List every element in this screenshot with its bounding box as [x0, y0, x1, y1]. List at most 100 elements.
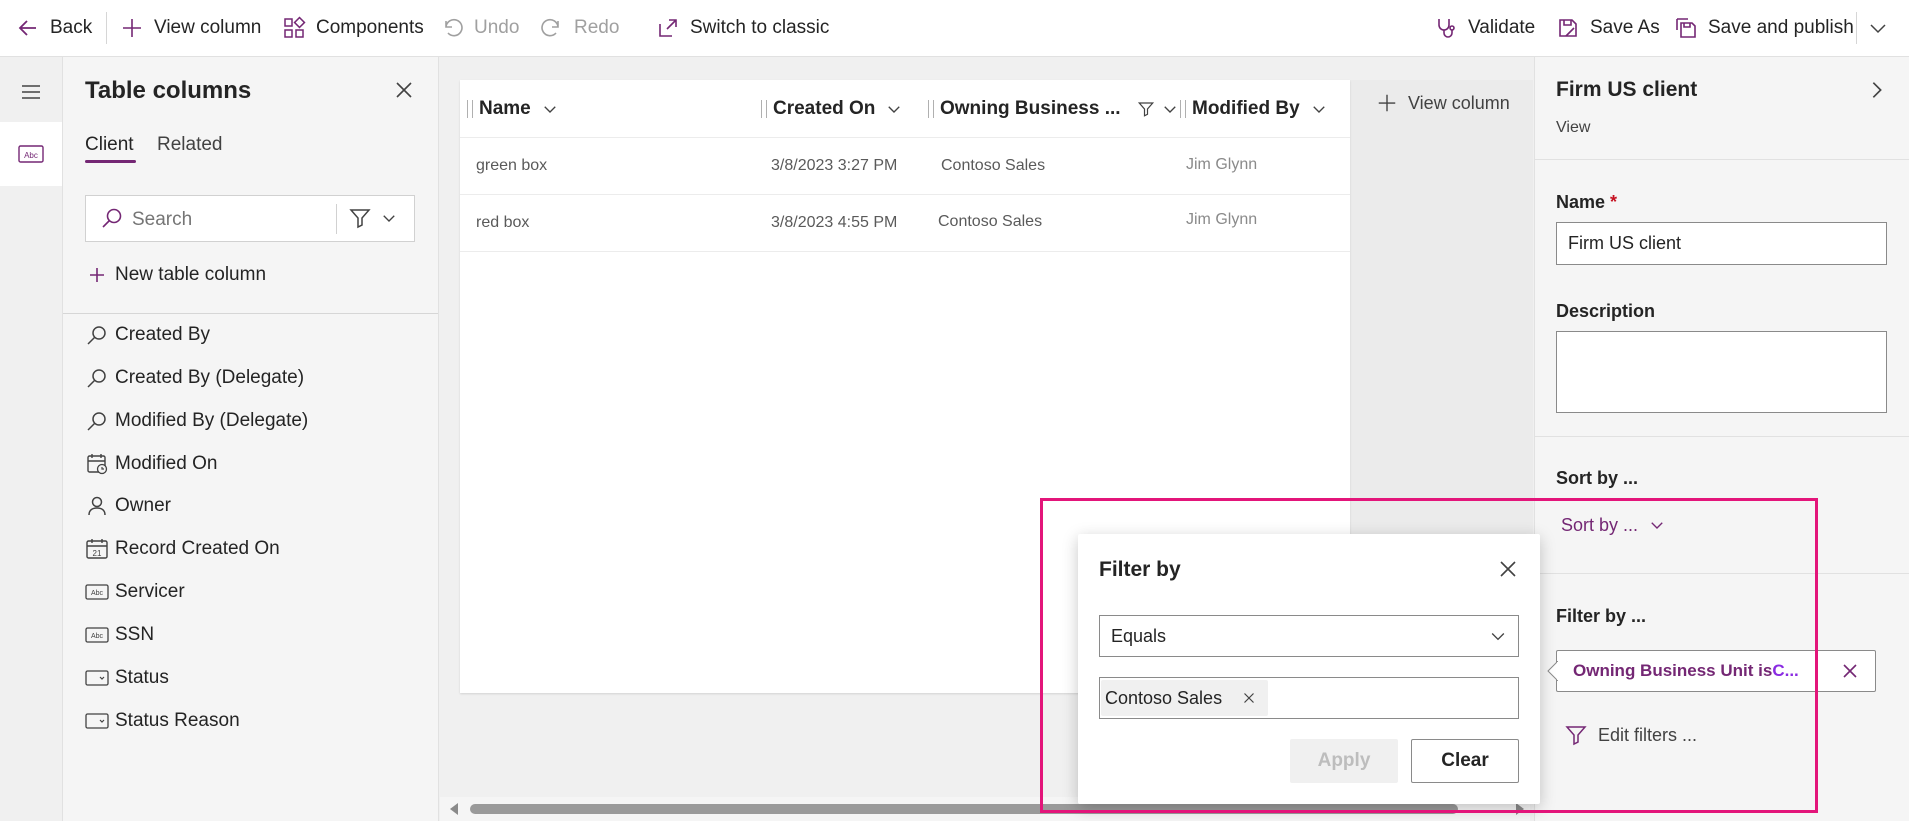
column-item[interactable]: Status — [85, 660, 169, 696]
calendar-date-icon: 21 — [86, 539, 108, 559]
column-item-label: Owner — [115, 495, 171, 516]
column-header-label: Owning Business ... — [940, 97, 1121, 119]
remove-filter-button[interactable] — [1838, 659, 1862, 683]
toolbar-divider — [106, 12, 107, 44]
collapse-panel-button[interactable] — [1866, 79, 1888, 101]
back-button[interactable]: Back — [16, 0, 92, 56]
save-publish-button[interactable]: Save and publish — [1674, 0, 1854, 56]
cell-modified-by: Jim Glynn — [1186, 211, 1258, 228]
hamburger-icon — [22, 85, 40, 99]
undo-button[interactable]: Undo — [440, 0, 519, 56]
redo-button[interactable]: Redo — [540, 0, 619, 56]
redo-label: Redo — [574, 17, 620, 38]
cell-owning-bu: Contoso Sales — [938, 213, 1043, 230]
tab-active-indicator — [85, 160, 136, 163]
tab-client[interactable]: Client — [85, 134, 134, 156]
chevron-down-icon — [1163, 105, 1176, 113]
column-resize-grip[interactable] — [1180, 99, 1186, 118]
scroll-left-arrow-icon[interactable] — [448, 802, 460, 816]
svg-text:Abc: Abc — [91, 590, 104, 597]
cell-owning-bu: Contoso Sales — [941, 157, 1046, 174]
column-item[interactable]: Modified On — [85, 446, 217, 482]
close-icon — [396, 82, 412, 98]
column-item-label: Status — [115, 667, 169, 688]
filter-columns-button[interactable] — [348, 206, 408, 230]
add-view-column-button[interactable]: View column — [1376, 88, 1510, 118]
close-panel-button[interactable] — [392, 78, 416, 102]
hamburger-menu-button[interactable] — [19, 80, 43, 104]
new-table-column-button[interactable]: New table column — [85, 257, 266, 293]
back-label: Back — [50, 17, 93, 38]
column-item[interactable]: Abc SSN — [85, 617, 154, 653]
save-as-label: Save As — [1590, 17, 1660, 38]
column-header-owning-business-unit[interactable]: Owning Business ... — [928, 80, 1179, 137]
column-item[interactable]: Owner — [85, 488, 171, 524]
toolbar-divider — [1856, 12, 1857, 44]
switch-classic-button[interactable]: Switch to classic — [656, 0, 829, 56]
column-item[interactable]: Status Reason — [85, 703, 240, 739]
column-item[interactable]: Created By (Delegate) — [85, 360, 304, 396]
name-label: Name * — [1556, 192, 1617, 213]
components-button[interactable]: Components — [282, 0, 424, 56]
column-resize-grip[interactable] — [467, 99, 473, 118]
column-header-created-on[interactable]: Created On — [761, 80, 903, 137]
view-column-button[interactable]: View column — [120, 0, 261, 56]
lookup-icon — [87, 326, 106, 345]
open-external-icon — [659, 19, 677, 37]
filter-icon — [349, 209, 371, 229]
cell-modified-by: Jim Glynn — [1186, 156, 1258, 173]
components-icon — [284, 16, 306, 38]
text-field-icon: Abc — [18, 145, 44, 163]
name-label-text: Name — [1556, 192, 1606, 212]
column-item-label: Record Created On — [115, 538, 280, 559]
save-as-icon — [1559, 19, 1577, 37]
panel-title: Table columns — [85, 77, 252, 104]
search-input[interactable] — [130, 204, 334, 236]
column-header-label: Modified By — [1192, 97, 1300, 119]
view-title: Firm US client — [1556, 78, 1698, 101]
description-textarea[interactable] — [1556, 331, 1887, 413]
column-item[interactable]: Created By — [85, 317, 210, 353]
rail-columns-tab[interactable]: Abc — [0, 122, 62, 186]
column-header-label: Name — [479, 97, 531, 119]
save-publish-label: Save and publish — [1708, 17, 1854, 38]
save-as-button[interactable]: Save As — [1556, 0, 1660, 56]
chevron-right-icon — [1872, 82, 1882, 98]
column-header-label: Created On — [773, 97, 876, 119]
svg-text:Abc: Abc — [91, 633, 104, 640]
column-resize-grip[interactable] — [761, 99, 767, 118]
column-item-label: Modified On — [115, 453, 218, 474]
column-item[interactable]: Modified By (Delegate) — [85, 403, 308, 439]
arrow-left-icon — [18, 20, 36, 36]
tab-related[interactable]: Related — [157, 134, 223, 156]
column-item[interactable]: Abc Servicer — [85, 574, 185, 610]
switch-classic-label: Switch to classic — [690, 17, 830, 38]
column-item-label: Status Reason — [115, 710, 240, 731]
description-label: Description — [1556, 301, 1656, 321]
sort-label: Sort by ... — [1556, 468, 1639, 488]
column-item[interactable]: 21 Record Created On — [85, 531, 280, 567]
column-item-label: Servicer — [115, 581, 185, 602]
column-header-name[interactable]: Name — [467, 80, 559, 137]
panel-divider — [63, 313, 438, 314]
name-input[interactable]: Firm US client — [1556, 222, 1887, 265]
view-subtitle: View — [1556, 119, 1591, 136]
column-header-modified-by[interactable]: Modified By — [1180, 80, 1328, 137]
person-icon — [88, 496, 106, 516]
chevron-down-icon — [383, 215, 395, 222]
column-resize-grip[interactable] — [928, 99, 934, 118]
svg-text:21: 21 — [93, 549, 102, 558]
validate-button[interactable]: Validate — [1434, 0, 1535, 56]
panel-divider — [1534, 436, 1909, 437]
highlight-annotation — [1040, 498, 1818, 813]
undo-label: Undo — [474, 17, 520, 38]
lookup-icon — [87, 369, 106, 388]
view-column-label: View column — [154, 17, 262, 38]
calendar-clock-icon — [87, 454, 108, 475]
search-icon — [102, 208, 122, 228]
save-menu-chevron[interactable] — [1866, 0, 1900, 56]
text-field-icon: Abc — [85, 627, 109, 643]
option-set-icon — [85, 670, 109, 686]
plus-icon — [90, 268, 104, 282]
search-divider — [336, 204, 337, 234]
